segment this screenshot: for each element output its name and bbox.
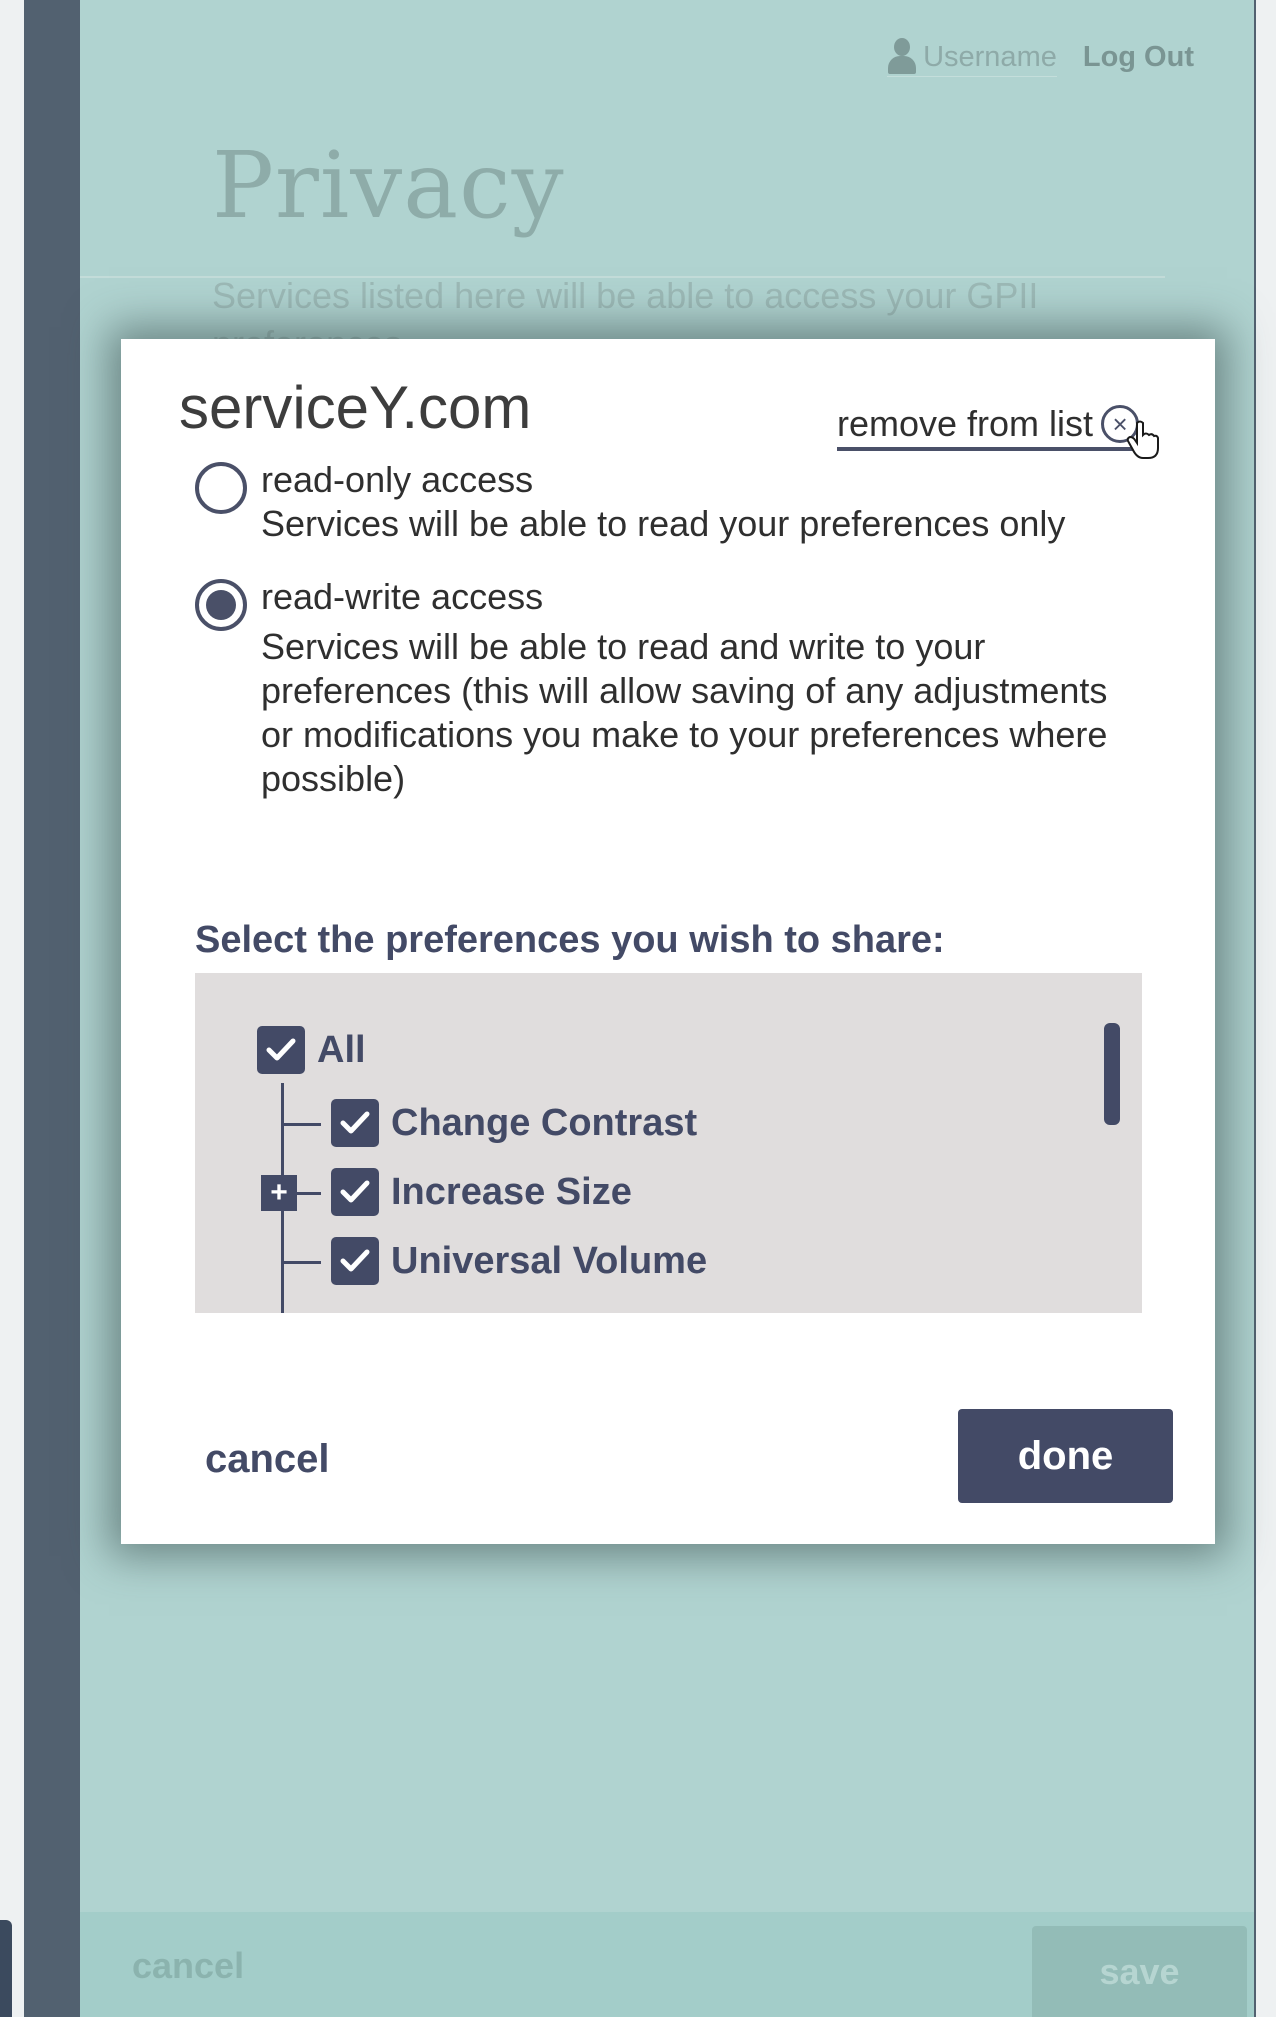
done-button[interactable]: done <box>958 1409 1173 1503</box>
user-menu: Username Log Out <box>887 38 1194 77</box>
checkmark-icon <box>266 1038 296 1061</box>
read-only-description: Services will be able to read your prefe… <box>261 503 1066 544</box>
checkmark-icon <box>340 1249 370 1272</box>
page-title: Privacy <box>212 132 565 239</box>
radio-selected-dot <box>206 590 236 620</box>
user-icon <box>887 38 917 76</box>
remove-from-list-link[interactable]: remove from list × <box>837 403 1160 459</box>
tree-item-all[interactable]: All <box>257 1026 366 1074</box>
tree-item-label: All <box>317 1028 366 1071</box>
change-contrast-checkbox[interactable] <box>331 1099 379 1147</box>
close-circle-icon[interactable]: × <box>1101 405 1160 459</box>
increase-size-checkbox[interactable] <box>331 1168 379 1216</box>
checkmark-icon <box>340 1111 370 1134</box>
read-only-label: read-only access <box>261 459 534 500</box>
hand-cursor-icon <box>1126 420 1160 459</box>
share-preferences-heading: Select the preferences you wish to share… <box>195 919 945 961</box>
tree-item-change-contrast[interactable]: Change Contrast <box>331 1099 697 1147</box>
read-write-option[interactable]: read-write access Services will be able … <box>195 575 1121 801</box>
tree-item-universal-volume[interactable]: Universal Volume <box>331 1237 707 1285</box>
read-write-label: read-write access <box>261 576 544 617</box>
tree-item-label: Change Contrast <box>391 1101 698 1144</box>
tree-item-increase-size[interactable]: Increase Size <box>331 1168 632 1216</box>
tree-scrollbar[interactable] <box>1104 1023 1120 1125</box>
dialog-title: serviceY.com <box>179 374 532 441</box>
right-margin <box>1256 0 1276 2017</box>
expand-plus-icon[interactable]: + <box>261 1175 297 1211</box>
read-only-radio[interactable] <box>195 462 247 514</box>
left-margin <box>0 0 24 2017</box>
footer-cancel-button[interactable]: cancel <box>132 1945 244 1987</box>
logout-link[interactable]: Log Out <box>1083 41 1194 74</box>
universal-volume-checkbox[interactable] <box>331 1237 379 1285</box>
footer-save-button[interactable]: save <box>1032 1926 1247 2017</box>
username-link[interactable]: Username <box>887 38 1057 77</box>
remove-label: remove from list <box>837 403 1094 444</box>
all-checkbox[interactable] <box>257 1026 305 1074</box>
tree-item-label: Increase Size <box>391 1170 632 1213</box>
read-only-option[interactable]: read-only access Services will be able t… <box>195 458 1065 546</box>
read-write-description: Services will be able to read and write … <box>261 626 1108 799</box>
username-label: Username <box>923 40 1057 73</box>
preferences-tree[interactable]: All Change Contrast + Increase Size Univ… <box>195 973 1142 1313</box>
tree-item-label: Universal Volume <box>391 1239 708 1282</box>
dialog-cancel-button[interactable]: cancel <box>205 1437 330 1482</box>
tree-branch <box>281 1261 321 1264</box>
left-panel-edge <box>0 1920 12 2017</box>
read-write-radio[interactable] <box>195 579 247 631</box>
tree-branch <box>281 1123 321 1126</box>
service-access-dialog: serviceY.com remove from list × read-onl… <box>121 339 1215 1544</box>
checkmark-icon <box>340 1180 370 1203</box>
